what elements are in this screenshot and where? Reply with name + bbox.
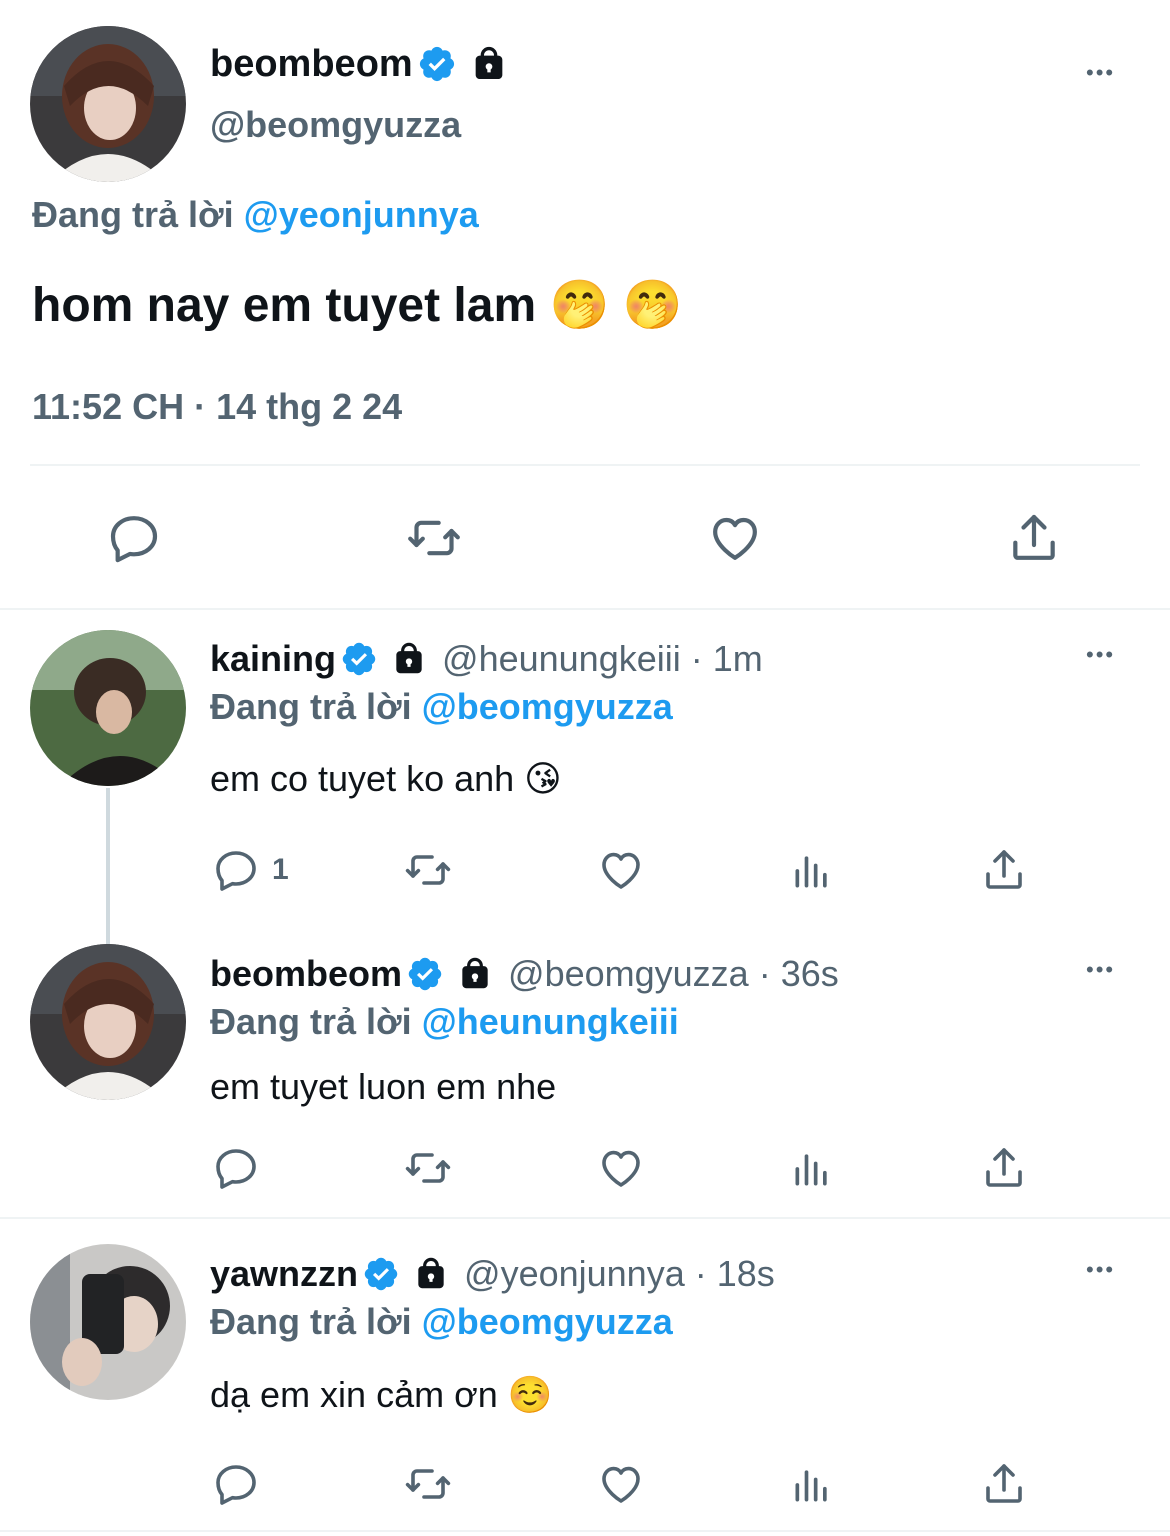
more-icon[interactable]: ••• bbox=[1086, 1257, 1115, 1283]
views-icon bbox=[790, 1146, 834, 1192]
lock-icon bbox=[412, 1255, 450, 1293]
avatar[interactable] bbox=[30, 1244, 186, 1400]
timestamp[interactable]: · 1m bbox=[691, 638, 763, 680]
like-button[interactable] bbox=[596, 846, 646, 894]
reply-icon bbox=[212, 1460, 260, 1508]
replying-to-link[interactable]: @beomgyuzza bbox=[422, 1301, 673, 1342]
reply-count: 1 bbox=[272, 853, 289, 886]
replying-to-line: Đang trả lời @beomgyuzza bbox=[210, 1301, 673, 1343]
more-icon[interactable]: ••• bbox=[1086, 642, 1115, 668]
share-icon bbox=[1006, 510, 1062, 566]
views-icon bbox=[790, 848, 834, 894]
avatar[interactable] bbox=[30, 630, 186, 786]
like-icon bbox=[706, 510, 764, 566]
share-button[interactable] bbox=[980, 846, 1028, 894]
retweet-icon bbox=[400, 846, 456, 894]
display-name[interactable]: beombeom bbox=[210, 43, 413, 86]
handle[interactable]: @beomgyuzza bbox=[210, 104, 461, 146]
display-name[interactable]: kaining bbox=[210, 638, 336, 680]
replying-to-link[interactable]: @heunungkeiii bbox=[422, 1001, 679, 1042]
section-divider bbox=[0, 1530, 1170, 1532]
reply-button[interactable] bbox=[212, 1144, 260, 1192]
like-icon bbox=[596, 1460, 646, 1508]
reply-icon bbox=[212, 846, 260, 894]
replying-label: Đang trả lời bbox=[210, 1001, 412, 1042]
views-button[interactable] bbox=[790, 848, 834, 894]
lock-icon bbox=[456, 955, 494, 993]
lock-icon bbox=[469, 44, 509, 84]
share-icon bbox=[980, 1460, 1028, 1508]
retweet-icon bbox=[400, 1460, 456, 1508]
retweet-button[interactable] bbox=[400, 1144, 456, 1192]
reply-icon bbox=[106, 510, 162, 566]
handle[interactable]: @heunungkeiii bbox=[442, 638, 681, 680]
tweet-timestamp[interactable]: 11:52 CH · 14 thg 2 24 bbox=[32, 386, 402, 428]
replying-to-line: Đang trả lời @heunungkeiii bbox=[210, 1001, 679, 1043]
handle[interactable]: @beomgyuzza bbox=[508, 953, 749, 995]
retweet-icon bbox=[404, 510, 464, 566]
share-button[interactable] bbox=[980, 1144, 1028, 1192]
section-divider bbox=[0, 608, 1170, 610]
share-button[interactable] bbox=[1006, 510, 1062, 566]
lock-icon bbox=[390, 640, 428, 678]
timestamp[interactable]: · 36s bbox=[759, 953, 839, 995]
views-icon bbox=[790, 1462, 834, 1508]
more-icon[interactable]: ••• bbox=[1086, 60, 1115, 86]
replying-to-link[interactable]: @yeonjunnya bbox=[244, 194, 479, 235]
tweet-text: hom nay em tuyet lam 🤭 🤭 bbox=[32, 279, 683, 332]
avatar[interactable] bbox=[30, 26, 186, 182]
timestamp[interactable]: · 18s bbox=[695, 1253, 775, 1295]
tweet-text: em tuyet luon em nhe bbox=[210, 1066, 557, 1107]
retweet-button[interactable] bbox=[400, 1460, 456, 1508]
replying-label: Đang trả lời bbox=[210, 686, 412, 727]
replying-label: Đang trả lời bbox=[32, 194, 234, 235]
like-button[interactable] bbox=[706, 510, 764, 566]
display-name[interactable]: yawnzzn bbox=[210, 1253, 358, 1295]
verified-badge-icon bbox=[340, 640, 378, 678]
reply-button[interactable] bbox=[106, 510, 162, 566]
reply-button[interactable] bbox=[212, 1460, 260, 1508]
handle[interactable]: @yeonjunnya bbox=[464, 1253, 685, 1295]
replying-to-line: Đang trả lời @yeonjunnya bbox=[32, 194, 479, 236]
replying-to-line: Đang trả lời @beomgyuzza bbox=[210, 686, 673, 728]
replying-label: Đang trả lời bbox=[210, 1301, 412, 1342]
retweet-button[interactable] bbox=[404, 510, 464, 566]
replying-to-link[interactable]: @beomgyuzza bbox=[422, 686, 673, 727]
verified-badge-icon bbox=[417, 44, 457, 84]
like-icon bbox=[596, 846, 646, 894]
like-button[interactable] bbox=[596, 1144, 646, 1192]
verified-badge-icon bbox=[406, 955, 444, 993]
like-button[interactable] bbox=[596, 1460, 646, 1508]
views-button[interactable] bbox=[790, 1146, 834, 1192]
section-divider bbox=[0, 1217, 1170, 1219]
reply-icon bbox=[212, 1144, 260, 1192]
share-icon bbox=[980, 846, 1028, 894]
retweet-icon bbox=[400, 1144, 456, 1192]
verified-badge-icon bbox=[362, 1255, 400, 1293]
tweet-text: em co tuyet ko anh 😘 bbox=[210, 758, 562, 799]
tweet-text: dạ em xin cảm ơn ☺️ bbox=[210, 1374, 553, 1415]
like-icon bbox=[596, 1144, 646, 1192]
views-button[interactable] bbox=[790, 1462, 834, 1508]
reply-button[interactable]: 1 bbox=[212, 846, 289, 894]
display-name[interactable]: beombeom bbox=[210, 953, 402, 995]
share-icon bbox=[980, 1144, 1028, 1192]
more-icon[interactable]: ••• bbox=[1086, 957, 1115, 983]
divider bbox=[30, 464, 1140, 466]
thread-line bbox=[106, 788, 110, 948]
share-button[interactable] bbox=[980, 1460, 1028, 1508]
retweet-button[interactable] bbox=[400, 846, 456, 894]
avatar[interactable] bbox=[30, 944, 186, 1100]
